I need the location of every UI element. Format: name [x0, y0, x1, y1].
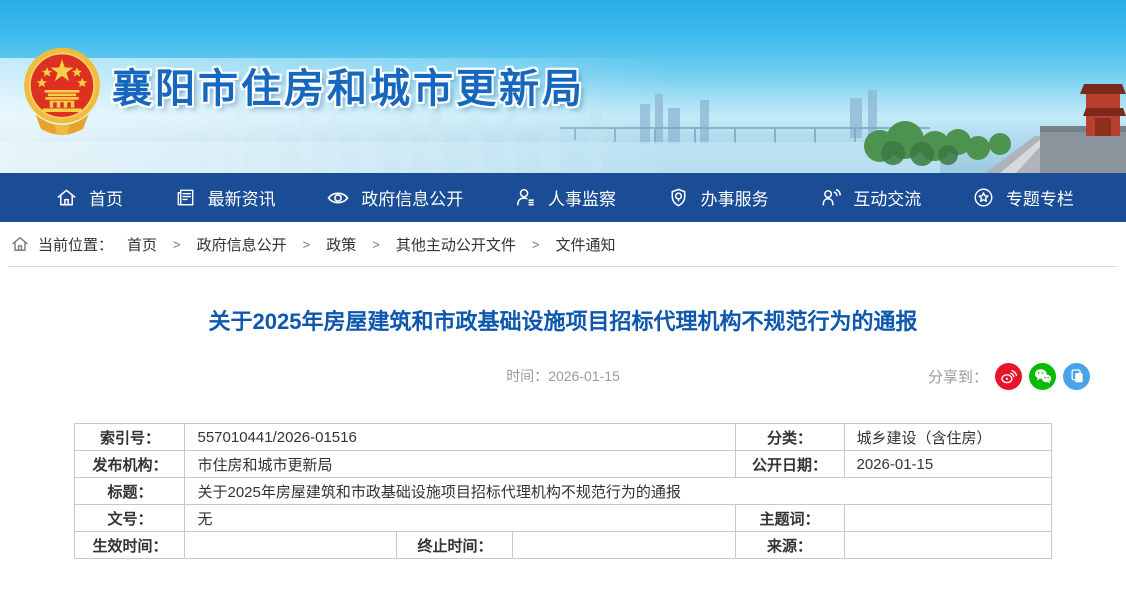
agency-label: 发布机构：	[75, 451, 185, 478]
nav-item-home[interactable]: 首页	[55, 185, 123, 210]
doc-title-value: 关于2025年房屋建筑和市政基础设施项目招标代理机构不规范行为的通报	[185, 478, 1051, 505]
share-bar: 分享到：	[928, 361, 1090, 391]
breadcrumb-prefix: 当前位置：	[38, 234, 113, 255]
keywords-value	[844, 505, 1051, 532]
index-number-value: 557010441/2026-01516	[185, 424, 735, 451]
wechat-icon	[1033, 366, 1053, 386]
copylink-share-button[interactable]	[1063, 363, 1090, 390]
breadcrumb-separator: >	[173, 237, 181, 252]
nav-item-label: 人事监察	[548, 185, 616, 210]
category-label: 分类：	[735, 424, 844, 451]
breadcrumb-home-icon	[10, 234, 30, 254]
nav-item-label: 首页	[89, 185, 123, 210]
chat-icon	[819, 186, 842, 209]
table-row: 索引号： 557010441/2026-01516 分类： 城乡建设（含住房）	[75, 424, 1051, 451]
breadcrumb-item-home[interactable]: 首页	[127, 234, 157, 255]
site-banner: 襄阳市住房和城市更新局	[0, 0, 1126, 173]
table-row: 生效时间： 终止时间： 来源：	[75, 532, 1051, 559]
table-row: 标题： 关于2025年房屋建筑和市政基础设施项目招标代理机构不规范行为的通报	[75, 478, 1051, 505]
effective-date-value	[185, 532, 397, 559]
wechat-share-button[interactable]	[1029, 363, 1056, 390]
breadcrumb-item-gov-info[interactable]: 政府信息公开	[197, 234, 287, 255]
publish-time-label: 时间：	[506, 368, 548, 384]
breadcrumb-separator: >	[372, 237, 380, 252]
news-icon	[174, 186, 197, 209]
document-info-table: 索引号： 557010441/2026-01516 分类： 城乡建设（含住房） …	[74, 423, 1051, 559]
nav-item-label: 政府信息公开	[361, 185, 463, 210]
publish-time-value: 2026-01-15	[548, 368, 620, 384]
article-meta: 时间：2026-01-15 分享到：	[0, 361, 1126, 391]
share-label: 分享到：	[928, 366, 988, 387]
page: 襄阳市住房和城市更新局 首页 最新资讯 政府信息公开 人事监察 办事服务 互动交…	[0, 0, 1126, 589]
nav-item-special-topics[interactable]: 专题专栏	[972, 185, 1074, 210]
doc-title-label: 标题：	[75, 478, 185, 505]
nav-item-news[interactable]: 最新资讯	[174, 185, 276, 210]
source-label: 来源：	[735, 532, 844, 559]
site-title[interactable]: 襄阳市住房和城市更新局	[112, 56, 585, 114]
copylink-icon	[1068, 367, 1086, 385]
home-icon	[55, 186, 78, 209]
main-nav: 首页 最新资讯 政府信息公开 人事监察 办事服务 互动交流 专题专栏	[0, 173, 1126, 222]
publish-date-value: 2026-01-15	[844, 451, 1051, 478]
breadcrumb: 当前位置： 首页 > 政府信息公开 > 政策 > 其他主动公开文件 > 文件通知	[0, 222, 1126, 266]
breadcrumb-separator: >	[303, 237, 311, 252]
doc-number-value: 无	[185, 505, 735, 532]
table-row: 文号： 无 主题词：	[75, 505, 1051, 532]
person-icon	[514, 186, 537, 209]
breadcrumb-item-doc-notice: 文件通知	[555, 234, 615, 255]
doc-number-label: 文号：	[75, 505, 185, 532]
nav-item-label: 互动交流	[853, 185, 921, 210]
nav-item-label: 专题专栏	[1006, 185, 1074, 210]
breadcrumb-divider	[8, 266, 1118, 267]
breadcrumb-item-policy[interactable]: 政策	[326, 234, 356, 255]
nav-item-personnel[interactable]: 人事监察	[514, 185, 616, 210]
category-value: 城乡建设（含住房）	[844, 424, 1051, 451]
nav-item-services[interactable]: 办事服务	[667, 185, 769, 210]
publish-date-label: 公开日期：	[735, 451, 844, 478]
source-value	[844, 532, 1051, 559]
nav-item-gov-info[interactable]: 政府信息公开	[326, 185, 463, 210]
breadcrumb-item-other-public-docs[interactable]: 其他主动公开文件	[396, 234, 516, 255]
eye-icon	[326, 186, 350, 210]
page-title: 关于2025年房屋建筑和市政基础设施项目招标代理机构不规范行为的通报	[0, 304, 1126, 336]
nav-item-label: 最新资讯	[208, 185, 276, 210]
effective-date-label: 生效时间：	[75, 532, 185, 559]
national-emblem-icon	[18, 44, 106, 136]
nav-item-interaction[interactable]: 互动交流	[819, 185, 921, 210]
index-number-label: 索引号：	[75, 424, 185, 451]
breadcrumb-separator: >	[532, 237, 540, 252]
weibo-icon	[999, 367, 1018, 386]
expiry-date-label: 终止时间：	[397, 532, 513, 559]
nav-item-label: 办事服务	[701, 185, 769, 210]
star-icon	[972, 186, 995, 209]
keywords-label: 主题词：	[735, 505, 844, 532]
table-row: 发布机构： 市住房和城市更新局 公开日期： 2026-01-15	[75, 451, 1051, 478]
agency-value: 市住房和城市更新局	[185, 451, 735, 478]
weibo-share-button[interactable]	[995, 363, 1022, 390]
expiry-date-value	[513, 532, 735, 559]
shield-icon	[667, 186, 690, 209]
